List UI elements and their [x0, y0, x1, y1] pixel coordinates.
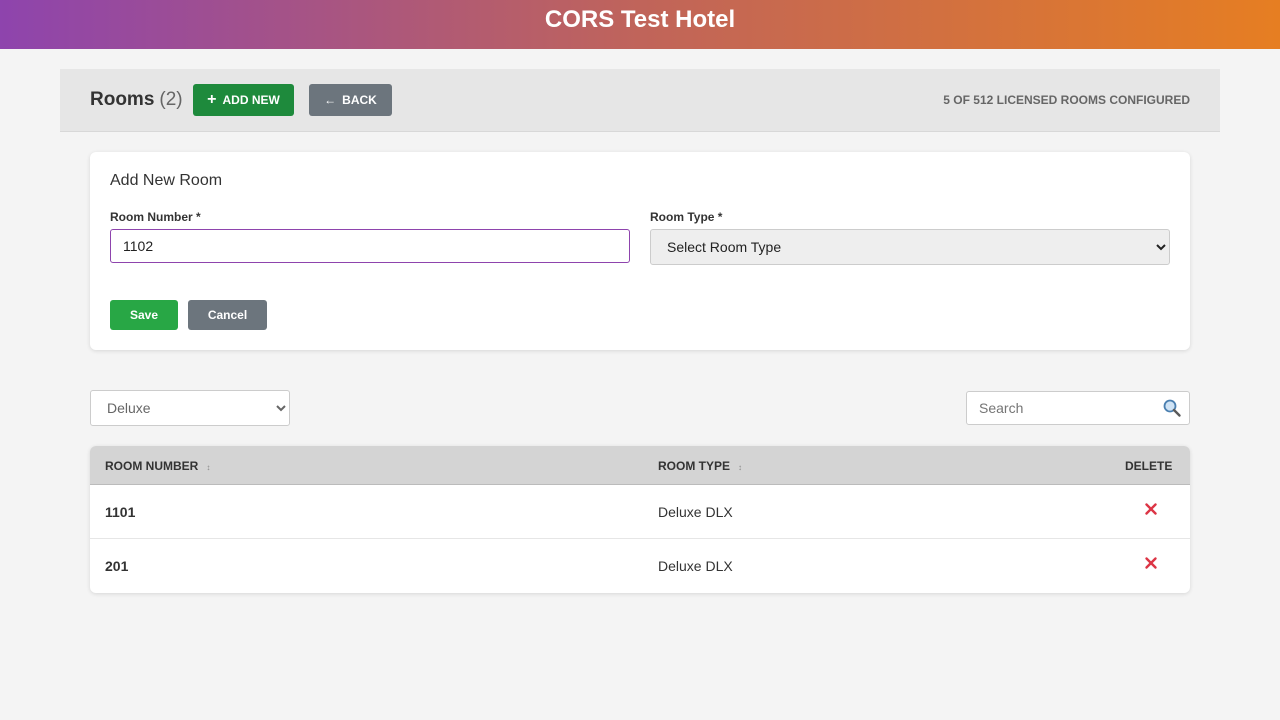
license-status: 5 OF 512 LICENSED ROOMS CONFIGURED: [943, 93, 1190, 107]
close-icon[interactable]: [1144, 502, 1158, 516]
back-button[interactable]: ← BACK: [309, 84, 392, 116]
room-number-label: Room Number *: [110, 210, 201, 224]
room-type-label: Room Type *: [650, 210, 723, 224]
column-header-delete: DELETE: [1125, 459, 1173, 473]
cancel-button[interactable]: Cancel: [188, 300, 267, 330]
plus-icon: +: [207, 91, 217, 108]
room-type-cell: Deluxe DLX: [658, 558, 733, 574]
room-type-filter[interactable]: Deluxe: [90, 390, 290, 426]
sort-icon: ↕: [738, 463, 743, 472]
room-type-select[interactable]: Select Room Type: [650, 229, 1170, 265]
add-room-form: Add New Room Room Number * Room Type * S…: [90, 152, 1190, 350]
room-count: (2): [159, 89, 183, 110]
rooms-table: ROOM NUMBER ↕ ROOM TYPE ↕ DELETE 1101 Delu…: [90, 446, 1190, 593]
back-label: BACK: [342, 93, 377, 107]
form-title: Add New Room: [110, 172, 223, 189]
page-title-text: Rooms: [90, 89, 155, 110]
app-header: CORS Test Hotel: [0, 0, 1280, 49]
table-header: ROOM NUMBER ↕ ROOM TYPE ↕ DELETE: [90, 446, 1190, 485]
rooms-toolbar: Rooms (2) + ADD NEW ← BACK 5 OF 512 LICEN…: [60, 69, 1220, 132]
add-new-label: ADD NEW: [222, 93, 280, 107]
close-icon[interactable]: [1144, 556, 1158, 570]
sort-icon: ↕: [206, 463, 211, 472]
search-box: [966, 391, 1190, 425]
table-row: 201 Deluxe DLX: [90, 539, 1190, 593]
add-new-button[interactable]: + ADD NEW: [193, 84, 294, 116]
search-icon[interactable]: [1162, 398, 1182, 418]
column-room-type-label: ROOM TYPE: [658, 459, 731, 473]
room-number-cell: 201: [105, 558, 129, 574]
app-title: CORS Test Hotel: [544, 6, 736, 33]
arrow-left-icon: ←: [324, 93, 337, 107]
save-button[interactable]: Save: [110, 300, 178, 330]
column-room-number-label: ROOM NUMBER: [105, 459, 199, 473]
table-row: 1101 Deluxe DLX: [90, 485, 1190, 539]
page-title: Rooms (2): [90, 89, 183, 111]
column-header-room-type[interactable]: ROOM TYPE ↕: [658, 459, 742, 473]
room-type-cell: Deluxe DLX: [658, 504, 733, 520]
column-header-room-number[interactable]: ROOM NUMBER ↕: [105, 459, 210, 473]
search-input[interactable]: [966, 391, 1190, 425]
room-number-cell: 1101: [105, 504, 136, 520]
room-number-input[interactable]: [110, 229, 630, 263]
